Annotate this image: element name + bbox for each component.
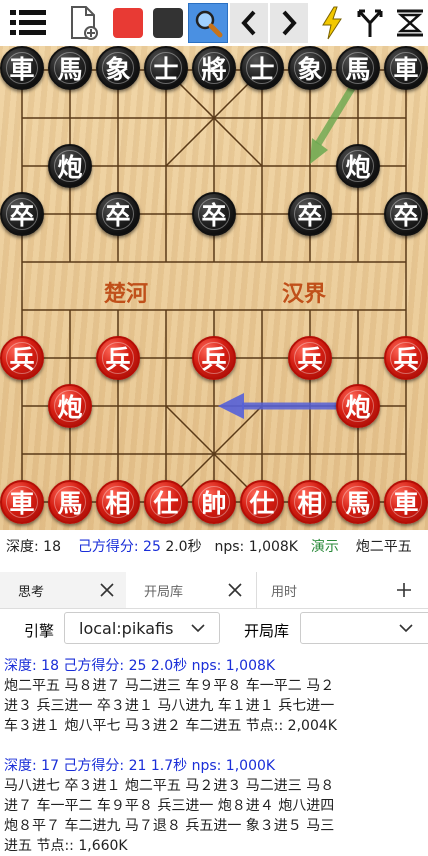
red-piece[interactable]: 炮 [336, 384, 380, 428]
board-grid [21, 69, 407, 503]
red-piece[interactable]: 馬 [336, 480, 380, 524]
analysis-header-line: 深度: 17 己方得分: 21 1.7秒 nps: 1,000K [4, 758, 276, 774]
engine-select[interactable]: local:pikafis [64, 612, 220, 644]
black-piece[interactable]: 車 [384, 46, 428, 90]
score-text: 己方得分: 25 [77, 539, 161, 555]
best-move-text: 炮二平五 [355, 539, 412, 555]
book-label: 开局库 [244, 622, 290, 640]
chevron-down-icon [399, 624, 413, 633]
depth-text: 深度: 18 [6, 539, 61, 555]
pv-line: 炮８平７ 车二进九 马７退８ 兵五进一 象３进５ 马三 [4, 818, 335, 834]
pv-line [0, 736, 428, 756]
tab-opening-book-label: 开局库 [144, 584, 184, 600]
red-piece[interactable]: 仕 [240, 480, 284, 524]
red-piece[interactable]: 相 [288, 480, 332, 524]
tab-time[interactable]: 用时 [256, 572, 356, 608]
add-tab-icon[interactable] [390, 572, 418, 608]
engine-row: 引擎 local:pikafis 开局库 [0, 608, 428, 650]
red-piece[interactable]: 馬 [48, 480, 92, 524]
chess-board[interactable]: 楚河 汉界 車馬象士將士象馬車炮炮卒卒卒卒卒兵兵兵兵兵炮炮車馬相仕帥仕相馬車 [0, 46, 428, 530]
branch-icon[interactable] [350, 3, 390, 43]
red-piece[interactable]: 兵 [192, 336, 236, 380]
menu-icon[interactable] [8, 3, 48, 43]
black-piece[interactable]: 馬 [48, 46, 92, 90]
red-piece[interactable]: 兵 [0, 336, 44, 380]
black-piece[interactable]: 卒 [96, 192, 140, 236]
nps-text: nps: 1,008K [214, 539, 298, 555]
pv-line: 进五 节点:: 1,660K [4, 838, 128, 854]
river-right-label: 汉界 [282, 282, 327, 307]
red-side-icon[interactable] [108, 3, 148, 43]
red-piece[interactable]: 相 [96, 480, 140, 524]
previous-icon[interactable] [230, 3, 268, 43]
river-left-label: 楚河 [104, 282, 149, 307]
engine-select-value: local:pikafis [79, 618, 174, 638]
red-piece[interactable]: 兵 [288, 336, 332, 380]
red-piece[interactable]: 炮 [48, 384, 92, 428]
analysis-header-line: 深度: 18 己方得分: 25 2.0秒 nps: 1,008K [4, 658, 276, 674]
engine-output: 深度: 18 己方得分: 25 2.0秒 nps: 1,008K 炮二平五 马８进… [0, 656, 428, 856]
black-piece[interactable]: 車 [0, 46, 44, 90]
pv-line: 炮二平五 马８进７ 马二进三 车９平８ 车一平二 马２ [4, 678, 335, 694]
red-piece[interactable]: 仕 [144, 480, 188, 524]
black-piece[interactable]: 士 [240, 46, 284, 90]
red-piece[interactable]: 兵 [96, 336, 140, 380]
black-piece[interactable]: 卒 [384, 192, 428, 236]
pv-line: 进３ 兵三进一 卒３进１ 马八进九 车１进１ 兵七进一 [4, 698, 335, 714]
black-piece[interactable]: 卒 [192, 192, 236, 236]
black-piece[interactable]: 士 [144, 46, 188, 90]
new-game-icon[interactable] [64, 3, 104, 43]
analysis-status: 深度: 18 己方得分: 25 2.0秒 nps: 1,008K 演示 炮二平五 [0, 532, 428, 562]
pv-line: 马八进七 卒３进１ 炮二平五 马２进３ 马二进三 马８ [4, 778, 335, 794]
demo-link[interactable]: 演示 [311, 539, 339, 555]
book-select[interactable] [300, 612, 428, 644]
chevron-down-icon [191, 624, 205, 633]
black-piece[interactable]: 炮 [48, 144, 92, 188]
search-icon[interactable] [188, 3, 228, 43]
tab-time-label: 用时 [271, 584, 298, 600]
red-piece[interactable]: 帥 [192, 480, 236, 524]
tab-bar: 思考 开局库 用时 [0, 572, 428, 609]
toolbar [0, 0, 428, 46]
red-piece[interactable]: 車 [384, 480, 428, 524]
lightning-icon[interactable] [312, 3, 352, 43]
black-piece[interactable]: 馬 [336, 46, 380, 90]
flip-board-icon[interactable] [390, 3, 428, 43]
pv-line: 车３进１ 炮八平七 马３进２ 车二进五 节点:: 2,004K [4, 718, 337, 734]
next-icon[interactable] [270, 3, 308, 43]
pv-line: 进７ 车一平二 车９平８ 兵三进一 炮８进４ 炮八进四 [4, 798, 335, 814]
close-icon[interactable] [94, 572, 120, 608]
black-side-icon[interactable] [148, 3, 188, 43]
close-icon[interactable] [222, 572, 248, 608]
black-piece[interactable]: 卒 [288, 192, 332, 236]
red-piece[interactable]: 兵 [384, 336, 428, 380]
black-piece[interactable]: 將 [192, 46, 236, 90]
hint-arrows [218, 86, 355, 419]
tab-thinking-label: 思考 [18, 584, 45, 600]
black-piece[interactable]: 象 [288, 46, 332, 90]
time-text: 2.0秒 [165, 539, 202, 555]
black-piece[interactable]: 卒 [0, 192, 44, 236]
black-piece[interactable]: 象 [96, 46, 140, 90]
black-piece[interactable]: 炮 [336, 144, 380, 188]
engine-label: 引擎 [24, 622, 55, 640]
red-piece[interactable]: 車 [0, 480, 44, 524]
